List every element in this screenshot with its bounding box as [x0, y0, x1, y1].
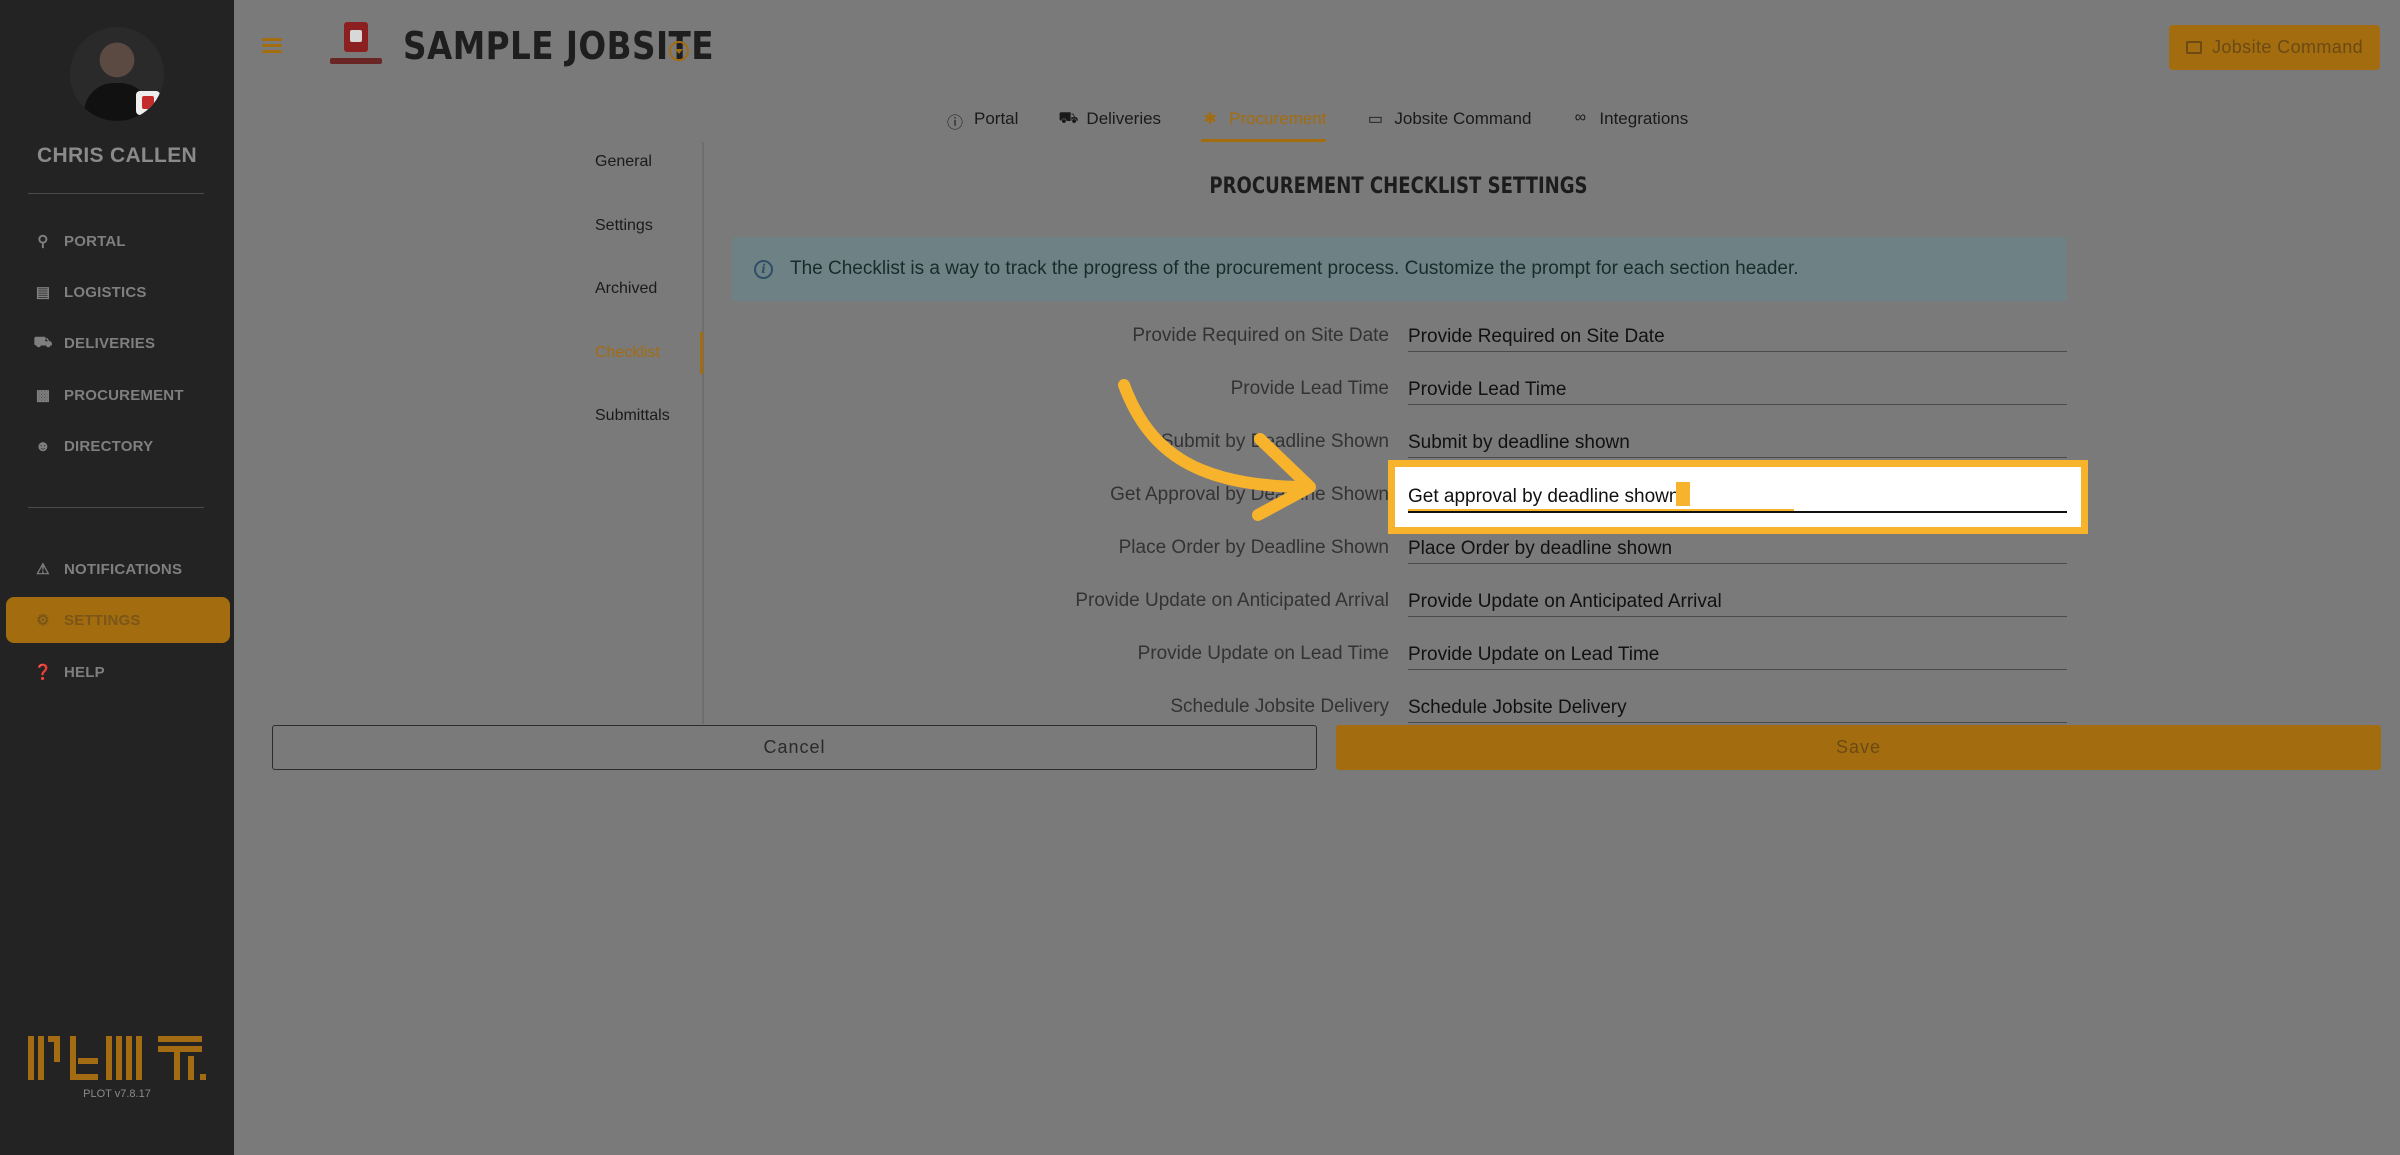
sub-nav-active-indicator — [700, 332, 703, 374]
sidebar-item-label: DELIVERIES — [64, 334, 156, 352]
sidebar-item-label: SETTINGS — [64, 611, 141, 629]
row-label-anticipated-arrival: Provide Update on Anticipated Arrival — [1075, 590, 1389, 611]
sub-nav-submittals[interactable]: Submittals — [595, 407, 670, 425]
row-label-place-order: Place Order by Deadline Shown — [1118, 537, 1389, 558]
cancel-button[interactable]: Cancel — [272, 725, 1317, 770]
sidebar-item-procurement[interactable]: ▩ PROCUREMENT — [6, 372, 230, 418]
puzzle-icon: ✱ — [1203, 111, 1217, 128]
section-title: PROCUREMENT CHECKLIST SETTINGS — [1209, 174, 1588, 199]
sidebar-item-notifications[interactable]: ⚠ NOTIFICATIONS — [6, 546, 230, 592]
field-anticipated-arrival[interactable] — [1408, 583, 2067, 617]
field-schedule-delivery[interactable] — [1408, 689, 2067, 723]
tab-integrations[interactable]: ∞ Integrations — [1571, 106, 1689, 142]
sidebar-item-label: PORTAL — [64, 232, 126, 250]
info-icon: i — [754, 259, 773, 279]
info-circle-icon: ⓘ — [946, 115, 963, 132]
tab-procurement[interactable]: ✱ Procurement — [1201, 106, 1327, 142]
row-label-required-on-site: Provide Required on Site Date — [1132, 325, 1389, 346]
sub-nav-general[interactable]: General — [595, 153, 652, 171]
jobsite-dropdown-icon[interactable] — [669, 41, 689, 61]
link-icon: ∞ — [1574, 109, 1587, 126]
sidebar-item-deliveries[interactable]: ⛟ DELIVERIES — [6, 320, 230, 366]
monitor-icon: ▭ — [1367, 111, 1383, 128]
field-approval-deadline[interactable] — [1408, 477, 2067, 513]
save-button[interactable]: Save — [1336, 725, 2381, 770]
field-submit-deadline[interactable] — [1408, 424, 2067, 458]
users-icon: ☻ — [35, 437, 51, 455]
tab-portal[interactable]: ⓘ Portal — [946, 106, 1018, 142]
jobsite-logo — [330, 22, 382, 68]
sidebar-item-label: PROCUREMENT — [64, 386, 184, 404]
user-name: CHRIS CALLEN — [37, 144, 197, 167]
field-required-on-site[interactable] — [1408, 318, 2067, 352]
bell-icon: ⚠ — [36, 561, 50, 578]
sub-nav-archived[interactable]: Archived — [595, 280, 657, 298]
row-label-update-lead-time: Provide Update on Lead Time — [1137, 643, 1389, 664]
sidebar-item-settings[interactable]: ⚙ SETTINGS — [6, 597, 230, 643]
tab-jobsite-command[interactable]: ▭ Jobsite Command — [1366, 106, 1532, 142]
menu-toggle-icon[interactable] — [262, 38, 282, 54]
sub-nav-settings[interactable]: Settings — [595, 217, 653, 235]
sub-nav-checklist[interactable]: Checklist — [595, 344, 660, 362]
company-badge-icon — [136, 91, 160, 115]
info-alert: i The Checklist is a way to track the pr… — [732, 237, 2067, 301]
map-icon: ▤ — [35, 284, 51, 301]
sidebar-item-help[interactable]: ❓ HELP — [6, 649, 230, 695]
annotation-arrow-icon — [1118, 379, 1316, 521]
row-label-schedule-delivery: Schedule Jobsite Delivery — [1170, 696, 1389, 717]
sidebar-item-directory[interactable]: ☻ DIRECTORY — [6, 423, 230, 469]
settings-sub-nav: General Settings Archived Checklist Subm… — [580, 142, 704, 724]
field-update-lead-time[interactable] — [1408, 636, 2067, 670]
sidebar-divider — [28, 507, 204, 508]
monitor-icon — [2185, 41, 2202, 54]
avatar[interactable] — [70, 27, 164, 121]
sidebar-divider — [28, 193, 204, 194]
info-text: The Checklist is a way to track the prog… — [790, 258, 1799, 279]
page-title: SAMPLE JOBSITE — [403, 24, 715, 68]
plot-logo — [28, 1036, 206, 1082]
focus-underline — [1408, 509, 1794, 511]
gear-icon: ⚙ — [36, 612, 50, 629]
text-selection-highlight — [1676, 482, 1690, 506]
truck-icon: ⛟ — [1058, 110, 1079, 127]
question-circle-icon: ❓ — [33, 664, 53, 681]
top-tabs: ⓘ Portal ⛟ Deliveries ✱ Procurement ▭ Jo… — [946, 106, 1728, 142]
sidebar: CHRIS CALLEN ⚲ PORTAL ▤ LOGISTICS ⛟ DELI… — [0, 0, 234, 1155]
sidebar-item-portal[interactable]: ⚲ PORTAL — [6, 218, 230, 264]
sidebar-item-label: DIRECTORY — [64, 437, 154, 455]
jobsite-command-button[interactable]: Jobsite Command — [2169, 25, 2380, 70]
cubes-icon: ▩ — [35, 387, 51, 404]
field-lead-time[interactable] — [1408, 371, 2067, 405]
tab-deliveries[interactable]: ⛟ Deliveries — [1058, 106, 1161, 142]
app-version: PLOT v7.8.17 — [83, 1088, 151, 1100]
truck-icon: ⛟ — [33, 333, 53, 351]
field-place-order[interactable] — [1408, 530, 2067, 564]
sitemap-icon: ⚲ — [37, 233, 49, 250]
sidebar-item-label: HELP — [64, 663, 105, 681]
sidebar-item-logistics[interactable]: ▤ LOGISTICS — [6, 269, 230, 315]
sidebar-item-label: LOGISTICS — [64, 283, 147, 301]
sidebar-item-label: NOTIFICATIONS — [64, 560, 183, 578]
